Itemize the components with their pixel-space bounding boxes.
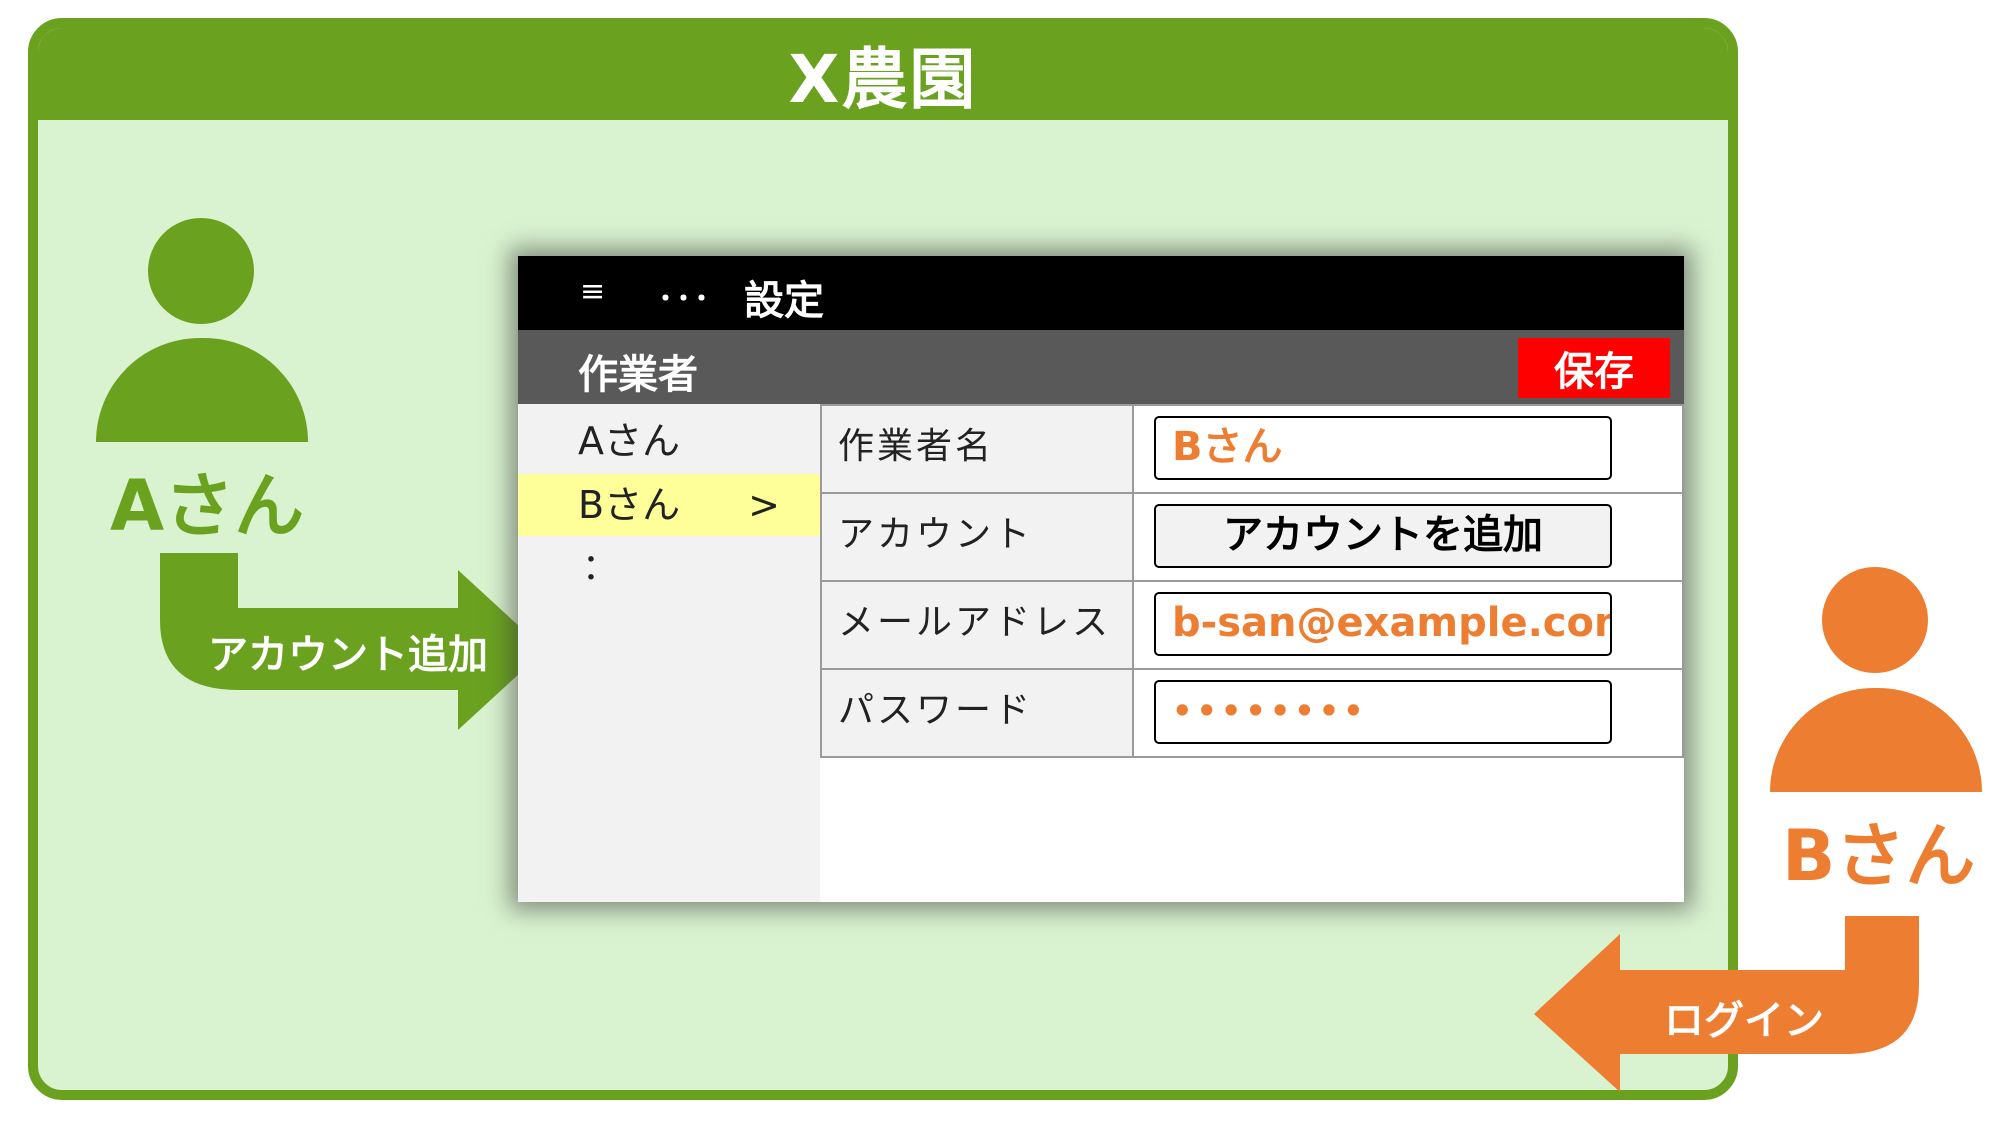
worker-name-label: 作業者名 <box>820 404 1134 494</box>
password-label: パスワード <box>820 668 1134 758</box>
account-label: アカウント <box>820 492 1134 582</box>
worker-list: Aさん Bさん > ： <box>518 404 820 902</box>
save-button[interactable]: 保存 <box>1518 338 1670 398</box>
person-b-name: Bさん <box>1782 815 1976 897</box>
person-b-head-icon <box>1822 567 1928 673</box>
password-cell: •••••••• <box>1132 668 1684 758</box>
email-cell: b-san@example.com <box>1132 580 1684 670</box>
person-a-head-icon <box>148 218 254 324</box>
chevron-right-icon: > <box>748 483 780 527</box>
login-arrow-label: ログイン <box>1664 998 1824 1044</box>
password-field[interactable]: •••••••• <box>1154 680 1612 744</box>
app-topbar: ≡ ･･･ 設定 <box>518 256 1684 330</box>
workers-section-title: 作業者 <box>578 352 698 398</box>
add-account-button[interactable]: アカウントを追加 <box>1154 504 1612 568</box>
settings-app-window: ≡ ･･･ 設定 作業者 保存 Aさん Bさん > ： 作業者名 Bさん アカウ… <box>518 256 1684 902</box>
workers-header-bar: 作業者 保存 <box>518 330 1684 404</box>
hamburger-menu-icon[interactable]: ≡ <box>580 274 605 309</box>
email-label: メールアドレス <box>820 580 1134 670</box>
worker-list-item-label: Aさん <box>578 419 680 463</box>
worker-list-item-label: Bさん <box>578 483 681 527</box>
list-more-indicator: ： <box>582 547 619 588</box>
account-cell: アカウントを追加 <box>1132 492 1684 582</box>
worker-name-input[interactable]: Bさん <box>1154 416 1612 480</box>
worker-name-cell: Bさん <box>1132 404 1684 494</box>
email-field[interactable]: b-san@example.com <box>1154 592 1612 656</box>
more-options-icon[interactable]: ･･･ <box>658 274 712 318</box>
settings-title: 設定 <box>744 278 824 324</box>
person-a-name: Aさん <box>110 465 305 547</box>
add-account-arrow-label: アカウント追加 <box>208 632 488 678</box>
worker-list-item-a[interactable]: Aさん <box>518 410 820 472</box>
worker-list-item-b[interactable]: Bさん > <box>518 474 820 536</box>
